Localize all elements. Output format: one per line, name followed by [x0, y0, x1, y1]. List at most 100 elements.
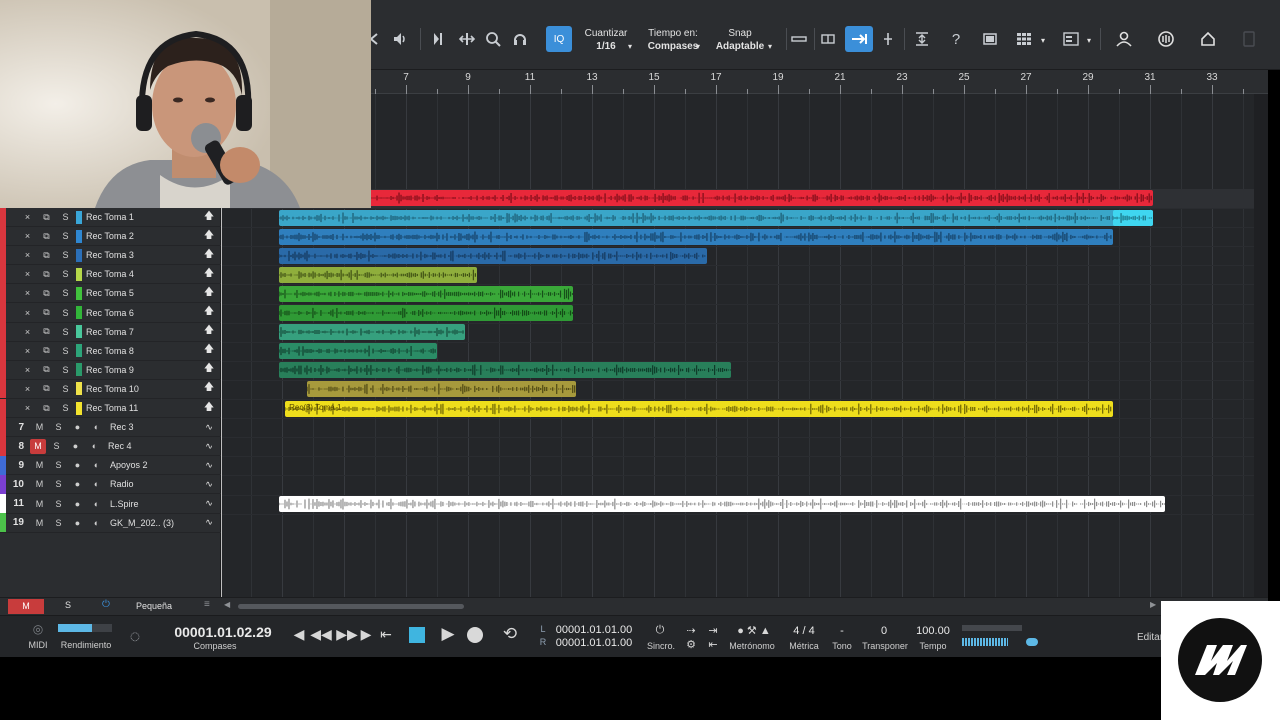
solo-button[interactable]: S [47, 441, 66, 451]
promote-take-icon[interactable]: 🡅 [197, 400, 221, 417]
promote-take-icon[interactable]: 🡅 [197, 209, 221, 226]
take-lane[interactable]: × ⧉ S Rec Toma 2 🡅 [0, 226, 221, 247]
take-lane[interactable]: × ⧉ S Rec Toma 1 🡅 [0, 207, 221, 227]
remove-take-icon[interactable]: × [18, 288, 37, 298]
remove-take-icon[interactable]: × [18, 403, 37, 413]
mute-button[interactable]: M [30, 479, 49, 489]
rewind-icon[interactable]: ◀◀ [310, 626, 332, 643]
solo-take-button[interactable]: S [56, 384, 75, 394]
vertical-scrollbar[interactable] [1254, 94, 1268, 597]
monitor-icon[interactable]: ◐ [87, 422, 106, 432]
tempo-value[interactable]: 100.00 [912, 625, 954, 637]
previous-marker-icon[interactable]: ◀ [290, 626, 308, 643]
copy-take-icon[interactable]: ⧉ [37, 307, 56, 318]
snap-selector[interactable]: Snap Adaptable [712, 27, 768, 53]
time-unit-selector[interactable]: Compases [180, 641, 250, 651]
track-header[interactable]: 7 M S ● ◐ Rec 3 ∿ [0, 417, 221, 438]
scroll-right-icon[interactable]: ▶ [1150, 600, 1156, 609]
audio-clip[interactable] [278, 324, 465, 341]
audio-clip[interactable] [278, 228, 1113, 245]
solo-button[interactable]: S [49, 479, 68, 489]
copy-take-icon[interactable]: ⧉ [37, 269, 56, 280]
arrow-right-icon[interactable] [845, 26, 873, 52]
monitor-icon[interactable]: ◐ [85, 441, 104, 451]
output-knob[interactable] [1026, 638, 1038, 646]
record-arm-icon[interactable]: ● [68, 460, 87, 470]
copy-take-icon[interactable]: ⧉ [37, 250, 56, 261]
track-header[interactable]: 9 M S ● ◐ Apoyos 2 ∿ [0, 455, 221, 476]
mute-button[interactable]: M [30, 499, 49, 509]
monitor-icon[interactable]: ◐ [87, 499, 106, 509]
audio-clip[interactable] [278, 247, 707, 264]
solo-button[interactable]: S [49, 518, 68, 528]
waveform-icon[interactable]: ∿ [197, 422, 221, 433]
copy-take-icon[interactable]: ⧉ [37, 212, 56, 223]
copy-take-icon[interactable]: ⧉ [37, 326, 56, 337]
promote-take-icon[interactable]: 🡅 [197, 342, 221, 359]
waveform-icon[interactable]: ∿ [197, 498, 221, 509]
remove-take-icon[interactable]: × [18, 231, 37, 241]
take-lane[interactable]: × ⧉ S Rec Toma 8 🡅 [0, 341, 221, 361]
audio-icon[interactable] [1154, 26, 1178, 52]
solo-take-button[interactable]: S [56, 269, 75, 279]
track-size-selector[interactable]: Pequeña [136, 601, 182, 611]
split-icon[interactable] [427, 26, 451, 52]
clip-gain-icon[interactable] [787, 26, 811, 52]
remove-take-icon[interactable]: × [18, 346, 37, 356]
solo-take-button[interactable]: S [56, 327, 75, 337]
audio-clip[interactable] [278, 285, 574, 302]
copy-take-icon[interactable]: ⧉ [37, 345, 56, 356]
audio-clip[interactable]: Rec(3) Toma 1 [285, 400, 1113, 417]
copy-take-icon[interactable]: ⧉ [37, 231, 56, 242]
take-lane[interactable]: × ⧉ S Rec Toma 6 🡅 [0, 303, 221, 323]
remove-take-icon[interactable]: × [18, 212, 37, 222]
take-lane[interactable]: × ⧉ S Rec Toma 10 🡅 [0, 379, 221, 399]
remove-take-icon[interactable]: × [18, 327, 37, 337]
global-mute-button[interactable]: M [8, 599, 44, 614]
promote-take-icon[interactable]: 🡅 [197, 304, 221, 321]
promote-take-icon[interactable]: 🡅 [197, 247, 221, 264]
punch-icon[interactable]: ⇥ [704, 624, 722, 637]
solo-button[interactable]: S [49, 422, 68, 432]
settings-icon[interactable]: ⚙ [682, 638, 700, 651]
monitor-icon[interactable]: ◐ [87, 518, 106, 528]
copy-take-icon[interactable]: ⧉ [37, 364, 56, 375]
listen-icon[interactable] [508, 26, 532, 52]
cursor-icon[interactable] [876, 26, 900, 52]
remove-take-icon[interactable]: × [18, 269, 37, 279]
solo-take-button[interactable]: S [56, 346, 75, 356]
remove-take-icon[interactable]: × [18, 308, 37, 318]
record-arm-icon[interactable]: ● [66, 441, 85, 451]
metronome-settings-icon[interactable]: ⇤ [704, 638, 722, 651]
audio-clip[interactable] [278, 343, 437, 360]
position-display[interactable]: 00001.01.02.29 [160, 624, 286, 640]
solo-button[interactable]: S [49, 460, 68, 470]
audio-clip[interactable] [278, 362, 732, 379]
promote-take-icon[interactable]: 🡅 [197, 380, 221, 397]
record-button[interactable] [467, 627, 483, 643]
remove-take-icon[interactable]: × [18, 250, 37, 260]
film-icon[interactable] [978, 26, 1002, 52]
help-icon[interactable]: ? [944, 26, 968, 52]
solo-button[interactable]: S [49, 499, 68, 509]
mute-button[interactable]: M [30, 438, 46, 454]
waveform-icon[interactable]: ∿ [197, 479, 221, 490]
promote-take-icon[interactable]: 🡅 [197, 361, 221, 378]
remove-take-icon[interactable]: × [18, 365, 37, 375]
solo-take-button[interactable]: S [56, 403, 75, 413]
arrange-view[interactable]: Rec(3) Toma 1 [221, 94, 1268, 597]
promote-take-icon[interactable]: 🡅 [197, 266, 221, 283]
loop-icon[interactable]: ⟲ [496, 624, 524, 644]
copy-take-icon[interactable]: ⧉ [37, 403, 56, 414]
waveform-icon[interactable]: ∿ [197, 441, 221, 452]
global-solo-button[interactable]: S [58, 600, 78, 610]
solo-take-button[interactable]: S [56, 288, 75, 298]
audio-clip[interactable] [278, 496, 1166, 512]
take-lane[interactable]: × ⧉ S Rec Toma 3 🡅 [0, 245, 221, 266]
fade-icon[interactable] [816, 26, 840, 52]
metronome-icon[interactable]: ● ⚒ ▲ [728, 624, 780, 637]
track-header[interactable]: 8 M S ● ◐ Rec 4 ∿ [0, 436, 221, 457]
mute-button[interactable]: M [30, 422, 49, 432]
track-header[interactable]: 11 M S ● ◐ L.Spire ∿ [0, 494, 221, 514]
track-header[interactable]: 19 M S ● ◐ GK_M_202.. (3) ∿ [0, 513, 221, 533]
